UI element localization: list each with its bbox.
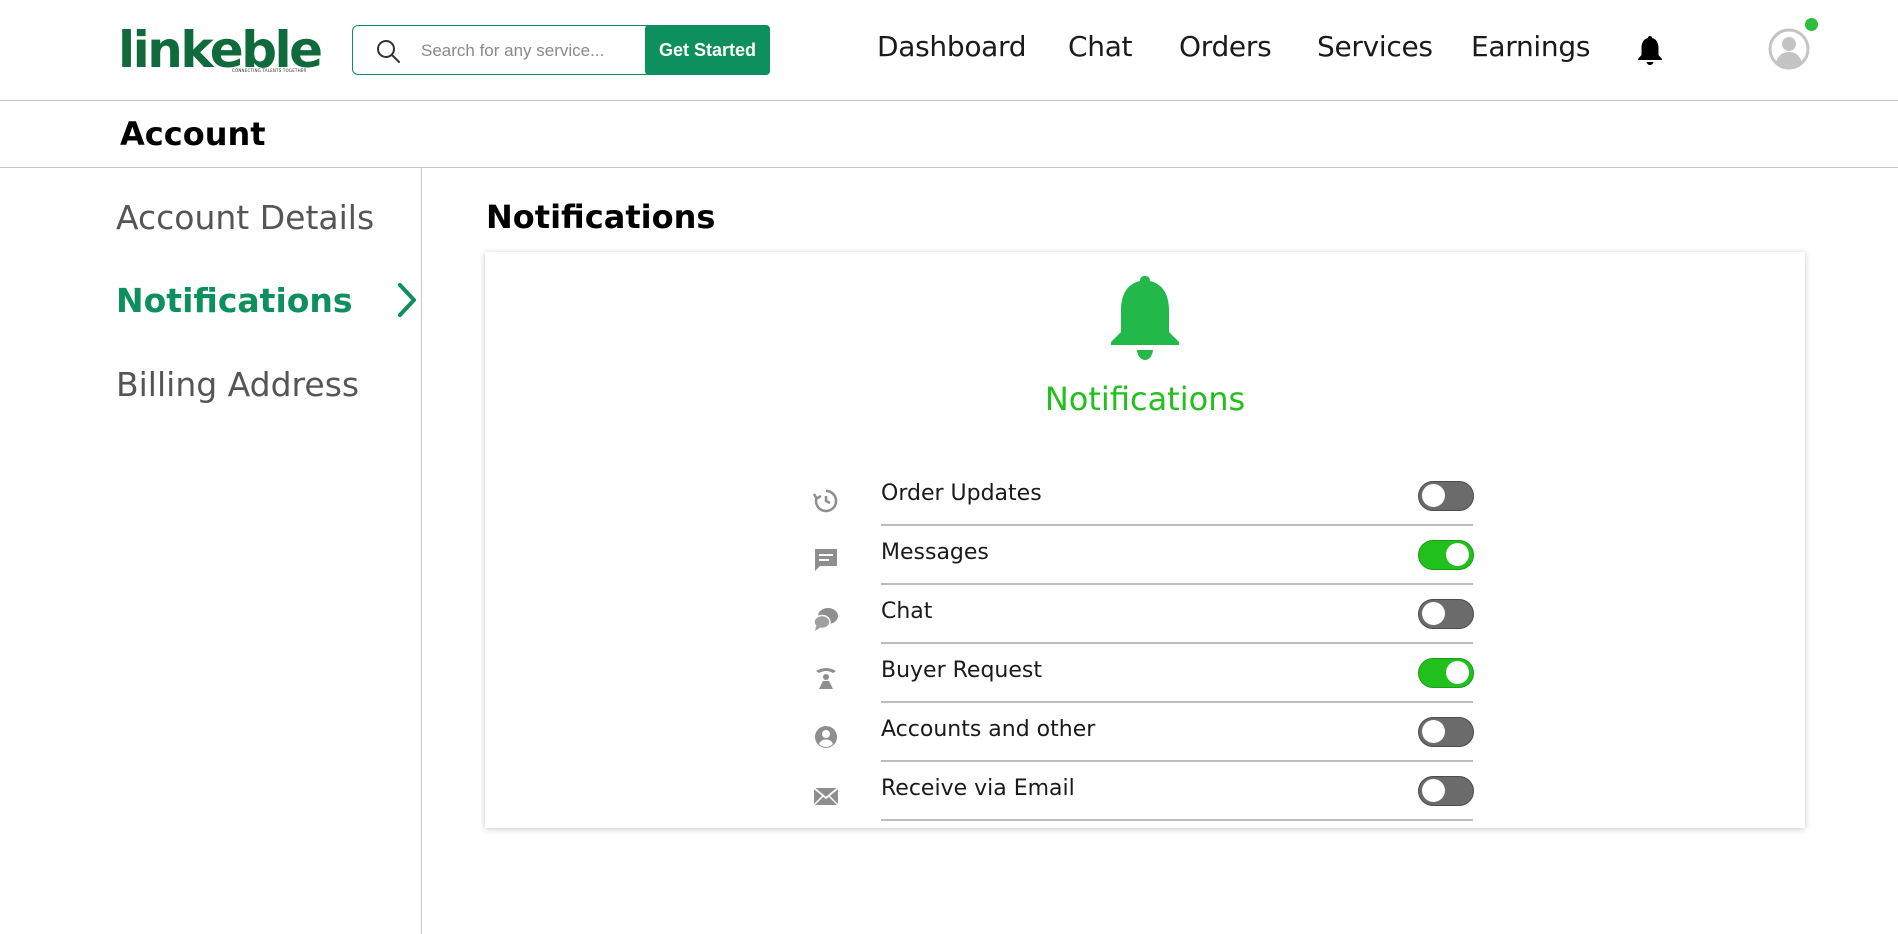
message-icon (815, 549, 837, 571)
notification-label: Buyer Request (881, 658, 1042, 683)
nav-chat[interactable]: Chat (1068, 30, 1133, 63)
card-title: Notifications (1044, 380, 1246, 418)
notification-label: Chat (881, 599, 933, 624)
nav-dashboard[interactable]: Dashboard (877, 30, 1027, 63)
notification-label: Messages (881, 540, 989, 565)
envelope-icon (813, 787, 839, 806)
sidebar-item-account-details[interactable]: Account Details (116, 198, 374, 237)
bell-icon[interactable] (1636, 34, 1664, 66)
account-circle-icon (815, 726, 837, 748)
brand-logo[interactable]: linkeble CONNECTING TALENTS TOGETHER (118, 24, 323, 76)
notification-row-chat: Chat (813, 584, 1503, 644)
notification-label: Order Updates (881, 481, 1042, 506)
chat-bubbles-icon (813, 608, 838, 631)
notifications-card: Notifications Order Updates Messages Cha… (485, 252, 1805, 828)
online-status-dot (1805, 18, 1818, 31)
search-input[interactable] (421, 38, 641, 64)
search-box[interactable] (352, 25, 652, 75)
notification-row-email: Receive via Email (813, 761, 1503, 821)
top-header: linkeble CONNECTING TALENTS TOGETHER Get… (0, 0, 1898, 101)
get-started-button[interactable]: Get Started (645, 25, 770, 75)
account-sidebar: Account Details Notifications Billing Ad… (0, 168, 422, 934)
search-icon (377, 40, 400, 63)
sidebar-item-notifications[interactable]: Notifications (116, 281, 353, 320)
avatar-icon[interactable] (1768, 28, 1810, 70)
bell-icon (1111, 276, 1179, 360)
notification-row-buyer-request: Buyer Request (813, 643, 1503, 703)
chat-toggle[interactable] (1418, 599, 1474, 629)
notification-row-order-updates: Order Updates (813, 466, 1503, 526)
sidebar-item-billing-address[interactable]: Billing Address (116, 365, 359, 404)
notification-row-accounts: Accounts and other (813, 702, 1503, 762)
notification-label: Receive via Email (881, 776, 1075, 801)
row-divider (881, 819, 1473, 821)
buyer-request-icon (816, 668, 836, 689)
page-title: Notifications (486, 198, 716, 236)
buyer-request-toggle[interactable] (1418, 658, 1474, 688)
messages-toggle[interactable] (1418, 540, 1474, 570)
notification-row-messages: Messages (813, 525, 1503, 585)
nav-earnings[interactable]: Earnings (1471, 30, 1590, 63)
section-header: Account (0, 101, 1898, 168)
order-updates-toggle[interactable] (1418, 481, 1474, 511)
notification-label: Accounts and other (881, 717, 1096, 742)
search-bar: Get Started (352, 25, 770, 75)
logo-tagline: CONNECTING TALENTS TOGETHER (232, 68, 307, 73)
section-title: Account (120, 115, 266, 153)
email-toggle[interactable] (1418, 776, 1474, 806)
chevron-right-icon (398, 283, 416, 317)
nav-orders[interactable]: Orders (1179, 30, 1272, 63)
accounts-toggle[interactable] (1418, 717, 1474, 747)
clock-refresh-icon (813, 489, 838, 513)
nav-services[interactable]: Services (1317, 30, 1433, 63)
